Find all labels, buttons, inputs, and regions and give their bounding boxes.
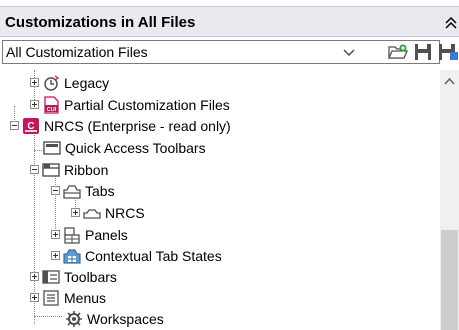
tree-item-legacy[interactable]: Legacy <box>30 72 109 93</box>
tree-item-menus[interactable]: Menus <box>30 287 106 308</box>
chevron-down-icon <box>343 49 355 56</box>
customizations-panel: Customizations in All Files All Customiz… <box>0 0 459 330</box>
tree-item-label: Toolbars <box>64 268 117 285</box>
quick-access-toolbar-icon <box>43 140 61 155</box>
double-chevron-up-icon <box>445 16 457 29</box>
save-disk-icon <box>415 44 431 60</box>
panel-title: Customizations in All Files <box>5 14 196 31</box>
tree-item-label: NRCS <box>105 204 145 221</box>
tree-item-label: Partial Customization Files <box>64 96 230 113</box>
tree-item-label: NRCS (Enterprise - read only) <box>44 117 231 134</box>
scroll-up-button[interactable] <box>440 74 459 90</box>
tree-item-label: Legacy <box>64 74 110 91</box>
open-file-button[interactable] <box>388 42 408 62</box>
menus-icon <box>43 289 59 306</box>
tree-item-partial-customization-files[interactable]: CUI Partial Customization Files <box>30 94 230 115</box>
tree-scrollbar[interactable] <box>440 70 459 330</box>
customization-tree[interactable]: Legacy CUI Partial Customization Files C… <box>0 70 440 330</box>
dropdown-divider <box>361 41 362 63</box>
tree-connector <box>34 316 62 317</box>
legacy-clock-icon <box>44 75 60 91</box>
file-toolbar: All Customization Files <box>0 37 459 67</box>
save-as-button[interactable] <box>437 42 459 62</box>
tree-item-label: Workspaces <box>87 310 164 327</box>
customization-file-select-value: All Customization Files <box>6 44 148 60</box>
tree-item-toolbars[interactable]: Toolbars <box>30 266 117 287</box>
customization-file-select[interactable]: All Customization Files <box>2 40 440 64</box>
save-as-icon <box>439 44 458 60</box>
collapse-toggle[interactable] <box>30 165 39 174</box>
panels-icon <box>64 226 80 244</box>
enterprise-cui-icon: C <box>23 117 39 134</box>
contextual-tab-icon <box>63 248 81 264</box>
ribbon-icon <box>42 162 60 177</box>
tree-item-label: Tabs <box>85 182 115 199</box>
expand-toggle[interactable] <box>30 293 39 302</box>
expand-toggle[interactable] <box>71 208 80 217</box>
svg-text:CUI: CUI <box>47 107 57 113</box>
collapse-toggle[interactable] <box>10 121 19 130</box>
tree-item-workspaces[interactable]: Workspaces <box>62 308 164 329</box>
save-button[interactable] <box>413 42 433 62</box>
tabs-icon <box>63 184 81 199</box>
tree-item-label: Panels <box>85 226 128 243</box>
tree-item-panels[interactable]: Panels <box>51 224 128 245</box>
tree-item-contextual-tab-states[interactable]: Contextual Tab States <box>51 245 222 266</box>
toolbars-icon <box>42 269 60 284</box>
expand-toggle[interactable] <box>30 78 39 87</box>
tree-item-tabs[interactable]: Tabs <box>51 180 115 201</box>
tree-item-nrcs-tab[interactable]: NRCS <box>71 202 145 223</box>
expand-toggle[interactable] <box>30 100 39 109</box>
scroll-thumb[interactable] <box>441 230 458 330</box>
expand-toggle[interactable] <box>51 230 60 239</box>
chevron-up-icon <box>444 77 455 85</box>
tree-item-ribbon[interactable]: Ribbon <box>30 159 108 180</box>
panel-header: Customizations in All Files <box>0 6 459 37</box>
workspaces-icon <box>66 310 82 327</box>
tree-item-label: Contextual Tab States <box>85 247 222 264</box>
tab-icon <box>83 208 101 219</box>
tree-item-quick-access-toolbars[interactable]: Quick Access Toolbars <box>40 137 206 158</box>
tree-item-label: Menus <box>64 289 107 306</box>
tree-item-nrcs-enterprise[interactable]: C NRCS (Enterprise - read only) <box>10 115 231 136</box>
cui-file-icon: CUI <box>44 95 59 114</box>
tree-item-label: Quick Access Toolbars <box>65 139 206 156</box>
expand-toggle[interactable] <box>51 251 60 260</box>
expand-toggle[interactable] <box>30 272 39 281</box>
collapse-toggle[interactable] <box>51 186 60 195</box>
tree-item-label: Ribbon <box>64 161 109 178</box>
collapse-panel-button[interactable] <box>443 11 459 33</box>
open-folder-icon <box>388 44 408 59</box>
